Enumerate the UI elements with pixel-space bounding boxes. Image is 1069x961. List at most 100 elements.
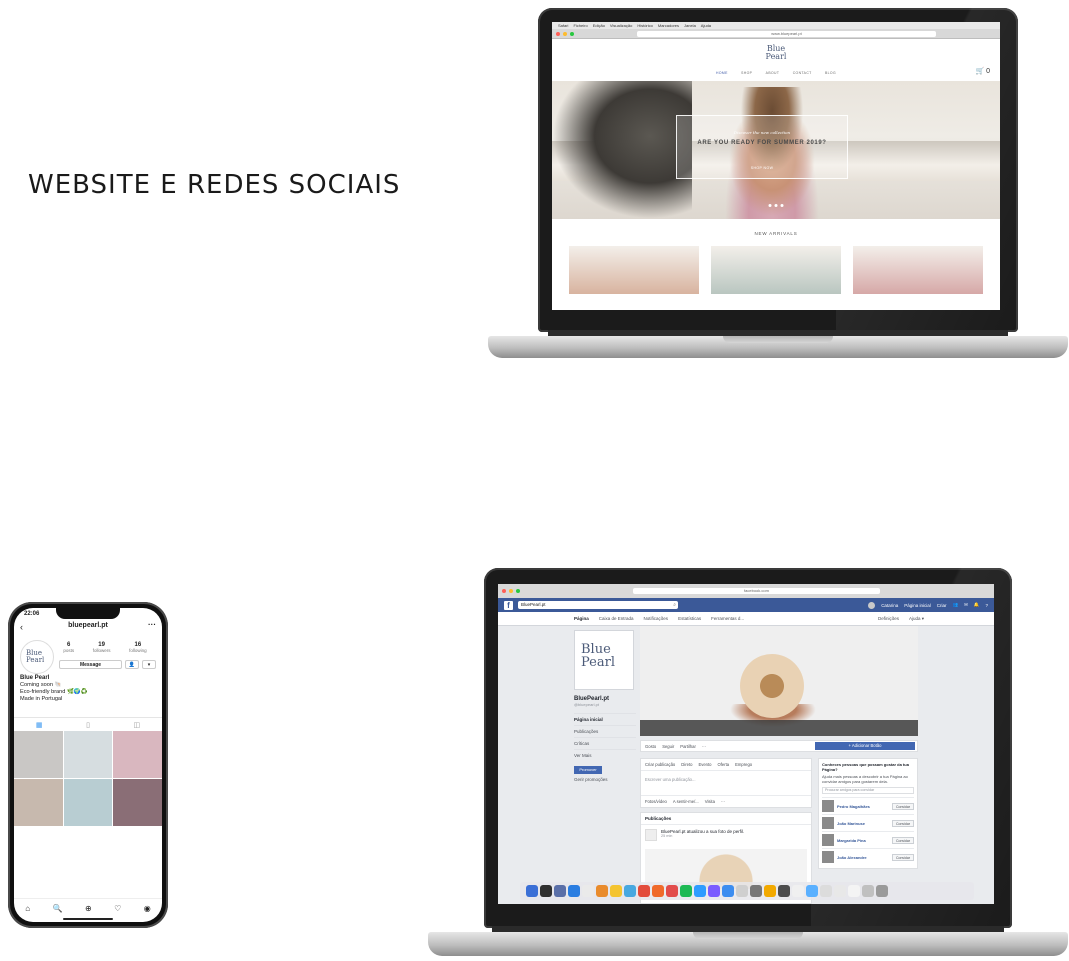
invite-button[interactable]: Convidar <box>892 836 914 844</box>
sidebar-item-see-more[interactable]: Ver Mais <box>574 749 636 761</box>
sidebar-item-posts[interactable]: Publicações <box>574 725 636 737</box>
cart-icon[interactable]: 🛒 0 <box>975 67 990 75</box>
minimize-window-button[interactable] <box>509 589 513 593</box>
hero-shop-link[interactable]: SHOP NOW <box>677 166 847 170</box>
tab-event[interactable]: Evento <box>698 762 711 767</box>
post-thumbnail[interactable] <box>63 731 113 778</box>
friend-name[interactable]: João Alexandre <box>837 855 889 860</box>
message-button[interactable]: Message <box>59 660 122 669</box>
dock-app-icon[interactable] <box>526 885 538 897</box>
tab-tools[interactable]: Ferramentas d... <box>711 616 744 621</box>
search-icon[interactable]: ⌕ <box>673 601 676 609</box>
post-thumbnail[interactable] <box>14 731 63 778</box>
home-link[interactable]: Página inicial <box>904 603 931 608</box>
friend-name[interactable]: Pedro Magalhães <box>837 804 889 809</box>
avatar[interactable]: Blue Pearl <box>20 640 54 674</box>
photo-video-button[interactable]: Fotos/vídeo <box>645 799 667 804</box>
share-button[interactable]: Partilhar <box>680 744 696 749</box>
menubar-item[interactable]: Janela <box>684 22 696 29</box>
follow-status-button[interactable]: 👤 <box>125 660 139 669</box>
tagged-icon[interactable]: ◫ <box>134 721 141 729</box>
tab-help[interactable]: Ajuda ▾ <box>909 616 924 622</box>
dock-app-icon[interactable] <box>736 885 748 897</box>
dock-app-icon[interactable] <box>582 885 594 897</box>
post-composer-input[interactable]: Escrever uma publicação... <box>641 770 811 796</box>
heart-icon[interactable]: ♡ <box>114 904 121 913</box>
invite-search-input[interactable]: Procurar amigos para convidar <box>822 787 914 794</box>
product-card[interactable] <box>853 246 983 294</box>
follow-button[interactable]: Seguir <box>662 744 674 749</box>
post-thumbnail[interactable] <box>113 731 162 778</box>
friend-name[interactable]: Margarida Pina <box>837 838 889 843</box>
more-button[interactable]: ··· <box>702 744 706 749</box>
nav-home[interactable]: HOME <box>716 71 728 75</box>
zoom-window-button[interactable] <box>516 589 520 593</box>
product-card[interactable] <box>569 246 699 294</box>
cover-photo[interactable] <box>640 626 918 736</box>
dock-app-icon[interactable] <box>610 885 622 897</box>
add-post-icon[interactable]: ⊕ <box>85 904 92 913</box>
dock-app-icon[interactable] <box>834 885 846 897</box>
dock-app-icon[interactable] <box>680 885 692 897</box>
feed-post[interactable]: BluePearl.pt atualizou a sua foto de per… <box>641 825 811 845</box>
page-profile-picture[interactable]: Blue Pearl <box>574 630 634 690</box>
nav-about[interactable]: ABOUT <box>766 71 780 75</box>
menubar-item[interactable]: Marcadores <box>658 22 679 29</box>
dock-app-icon[interactable] <box>554 885 566 897</box>
dock-app-icon[interactable] <box>694 885 706 897</box>
help-icon[interactable]: ? <box>985 603 988 608</box>
tab-notifications[interactable]: Notificações <box>644 616 669 621</box>
facebook-logo-icon[interactable]: f <box>504 600 513 610</box>
tab-job[interactable]: Emprego <box>735 762 752 767</box>
dock-app-icon[interactable] <box>596 885 608 897</box>
grid-view-icon[interactable]: ▦ <box>36 721 43 729</box>
dock-app-icon[interactable] <box>750 885 762 897</box>
site-logo[interactable]: Blue Pearl <box>766 45 787 61</box>
tab-page[interactable]: Página <box>574 616 589 621</box>
close-window-button[interactable] <box>556 31 560 36</box>
home-icon[interactable]: ⌂ <box>25 904 30 913</box>
dock-app-icon[interactable] <box>540 885 552 897</box>
avatar[interactable] <box>868 601 876 609</box>
dock-app-icon[interactable] <box>806 885 818 897</box>
back-icon[interactable]: ‹ <box>20 622 23 632</box>
dock-app-icon[interactable] <box>778 885 790 897</box>
dock-app-icon[interactable] <box>876 885 888 897</box>
dock-app-icon[interactable] <box>848 885 860 897</box>
minimize-window-button[interactable] <box>563 31 567 36</box>
profile-icon[interactable]: ◉ <box>144 904 151 913</box>
invite-button[interactable]: Convidar <box>892 853 914 861</box>
dock-app-icon[interactable] <box>638 885 650 897</box>
dock-app-icon[interactable] <box>568 885 580 897</box>
tab-live[interactable]: Direto <box>681 762 692 767</box>
address-bar[interactable]: www.bluepearl.pt <box>637 30 936 37</box>
add-button-cta[interactable]: + Adicionar Botão <box>815 742 915 750</box>
more-options-button[interactable]: ··· <box>721 799 725 804</box>
tab-insights[interactable]: Estatísticas <box>678 616 701 621</box>
tab-settings[interactable]: Definições <box>878 616 899 622</box>
dock-app-icon[interactable] <box>792 885 804 897</box>
dock-app-icon[interactable] <box>666 885 678 897</box>
stat-followers[interactable]: 19 followers <box>93 642 111 674</box>
menubar-item[interactable]: Ficheiro <box>573 22 587 29</box>
dropdown-chevron-icon[interactable]: ▾ <box>142 660 156 669</box>
igtv-icon[interactable]: ▯ <box>86 721 90 729</box>
menubar-item[interactable]: Histórico <box>637 22 653 29</box>
dock-app-icon[interactable] <box>708 885 720 897</box>
nav-shop[interactable]: SHOP <box>741 71 752 75</box>
menubar-item[interactable]: Safari <box>558 22 568 29</box>
friend-name[interactable]: João Marinuse <box>837 821 889 826</box>
friends-icon[interactable]: 👥 <box>952 602 958 608</box>
menubar-item[interactable]: Edição <box>593 22 605 29</box>
nav-contact[interactable]: CONTACT <box>793 71 812 75</box>
post-thumbnail[interactable] <box>113 779 162 826</box>
feeling-button[interactable]: A sentir-me/... <box>673 799 699 804</box>
tab-create-post[interactable]: Criar publicação <box>645 762 675 767</box>
invite-button[interactable]: Convidar <box>892 802 914 810</box>
dock-app-icon[interactable] <box>652 885 664 897</box>
tab-inbox[interactable]: Caixa de Entrada <box>599 616 634 621</box>
messages-icon[interactable]: ✉ <box>964 602 968 608</box>
nav-blog[interactable]: BLOG <box>825 71 836 75</box>
dock-app-icon[interactable] <box>764 885 776 897</box>
sidebar-item-reviews[interactable]: Críticas <box>574 737 636 749</box>
